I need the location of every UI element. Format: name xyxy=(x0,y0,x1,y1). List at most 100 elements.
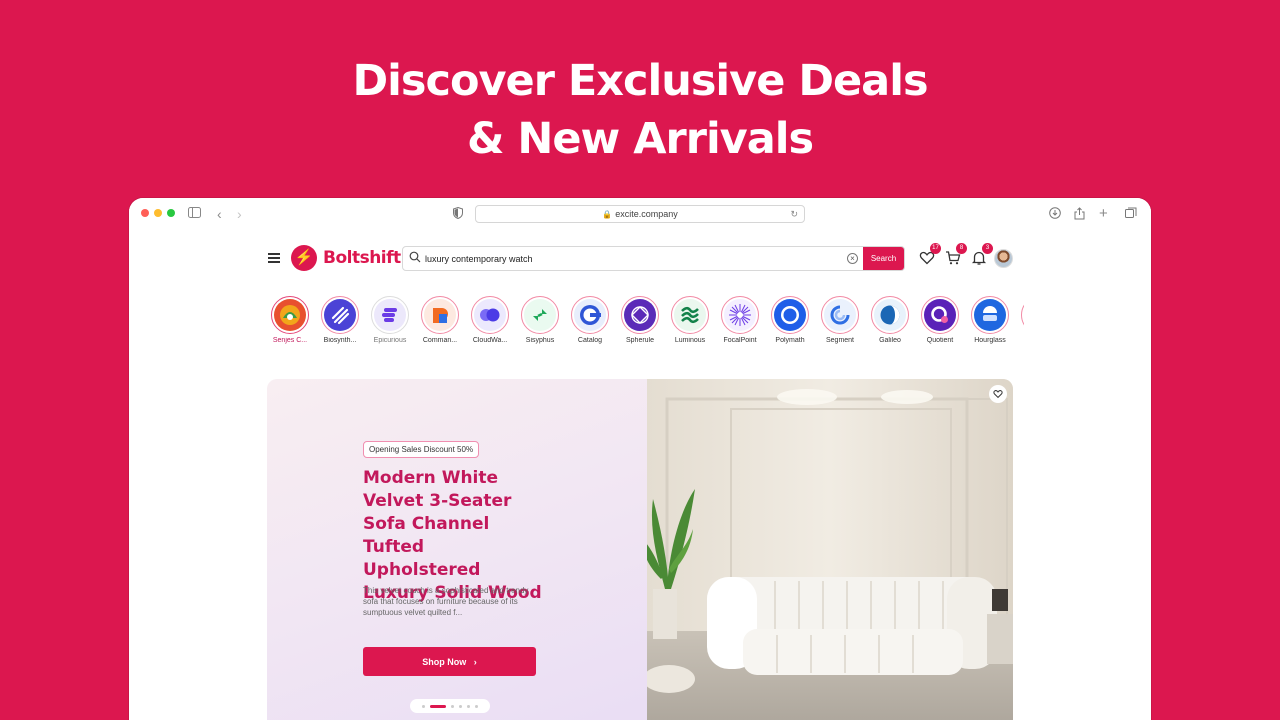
site-header: ⚡ Boltshift × Search 17 8 3 xyxy=(129,243,1151,274)
brand-item[interactable]: Spherule xyxy=(616,296,664,344)
brand-name: FocalPoint xyxy=(723,337,757,344)
shop-now-button[interactable]: Shop Now › xyxy=(363,647,536,676)
carousel-dot[interactable] xyxy=(475,704,478,708)
wishlist-button[interactable]: 17 xyxy=(919,243,941,266)
heart-icon xyxy=(993,389,1003,398)
address-bar[interactable]: 🔒 excite.company ↻ xyxy=(475,205,805,223)
brand-name: Galileo xyxy=(879,337,901,344)
brand-item[interactable]: Catalog xyxy=(566,296,614,344)
biosynthesis-logo-icon xyxy=(324,299,356,331)
polymath-logo-icon xyxy=(774,299,806,331)
brand-item-partial[interactable] xyxy=(1016,296,1024,334)
epicurious-logo-icon xyxy=(374,299,406,331)
brand-name: Segment xyxy=(825,337,855,344)
luminous-logo-icon xyxy=(674,299,706,331)
hero-content-panel: Opening Sales Discount 50% Modern White … xyxy=(267,379,647,720)
carousel-dot[interactable] xyxy=(422,704,425,708)
carousel-dot[interactable] xyxy=(451,704,454,708)
brand-name: Sisyphus xyxy=(525,337,555,344)
headline-line-2: & New Arrivals xyxy=(466,114,814,164)
sisyphus-logo-icon xyxy=(524,299,556,331)
maximize-window-button[interactable] xyxy=(167,209,175,217)
tab-overview-icon[interactable] xyxy=(1125,207,1137,222)
brand-item[interactable]: Senjes C... xyxy=(266,296,314,344)
shop-now-label: Shop Now xyxy=(422,656,467,667)
galileo-logo-icon xyxy=(874,299,906,331)
living-room-illustration xyxy=(642,379,1013,720)
brand-item[interactable]: Sisyphus xyxy=(516,296,564,344)
brand-item[interactable]: Hourglass xyxy=(966,296,1014,344)
favorite-button[interactable] xyxy=(989,385,1007,403)
search-bar: × Search xyxy=(402,246,905,271)
notification-count-badge: 3 xyxy=(982,243,993,254)
browser-toolbar: ‹ › 🔒 excite.company ↻ + xyxy=(129,198,1151,230)
carousel-dot[interactable] xyxy=(467,704,470,708)
logo-text[interactable]: Boltshift xyxy=(323,248,401,268)
url-text: excite.company xyxy=(615,209,678,219)
wishlist-count-badge: 17 xyxy=(930,243,941,254)
brand-item[interactable]: Quotient xyxy=(916,296,964,344)
brand-name: Spherule xyxy=(625,337,655,344)
spherule-logo-icon xyxy=(624,299,656,331)
brand-item[interactable]: CloudWa... xyxy=(466,296,514,344)
chevron-right-icon: › xyxy=(473,656,477,667)
command-logo-icon xyxy=(424,299,456,331)
clear-search-icon[interactable]: × xyxy=(847,253,858,264)
hero-banner: Opening Sales Discount 50% Modern White … xyxy=(267,379,1013,720)
browser-window: ‹ › 🔒excite.company ↻ + ⚡ Boltshift × Se… xyxy=(129,198,1151,720)
discount-badge: Opening Sales Discount 50% xyxy=(363,441,480,458)
reload-icon[interactable]: ↻ xyxy=(790,206,798,222)
search-button[interactable]: Search xyxy=(863,247,904,270)
lock-icon: 🔒 xyxy=(602,210,613,219)
sidebar-toggle-icon[interactable] xyxy=(188,207,201,221)
bolt-logo-icon[interactable]: ⚡ xyxy=(291,245,317,271)
brand-name: Senjes C... xyxy=(272,337,308,344)
search-input[interactable] xyxy=(425,247,845,270)
forward-icon[interactable]: › xyxy=(237,207,242,221)
brand-name: Epicurious xyxy=(373,337,407,344)
brand-item[interactable]: Biosynth... xyxy=(316,296,364,344)
brand-name: Catalog xyxy=(577,337,603,344)
cart-count-badge: 8 xyxy=(956,243,967,254)
close-window-button[interactable] xyxy=(141,209,149,217)
brand-name: Hourglass xyxy=(974,337,1006,344)
brand-item[interactable]: FocalPoint xyxy=(716,296,764,344)
minimize-window-button[interactable] xyxy=(154,209,162,217)
brand-stories-row: Senjes C... Biosynth... Epicurious Comma… xyxy=(266,296,1024,348)
carousel-dot[interactable] xyxy=(459,704,462,708)
sofa-product-image xyxy=(642,379,1013,720)
new-tab-icon[interactable]: + xyxy=(1099,206,1108,221)
segment-logo-icon xyxy=(824,299,856,331)
brand-name: CloudWa... xyxy=(472,337,508,344)
share-icon[interactable] xyxy=(1074,207,1085,223)
brand-item[interactable]: Epicurious xyxy=(366,296,414,344)
brand-item[interactable]: Luminous xyxy=(666,296,714,344)
brand-item[interactable]: Comman... xyxy=(416,296,464,344)
brand-item[interactable]: Polymath xyxy=(766,296,814,344)
search-icon xyxy=(409,251,421,263)
senjes-logo-icon xyxy=(274,299,306,331)
brand-item[interactable]: Segment xyxy=(816,296,864,344)
catalog-logo-icon xyxy=(574,299,606,331)
notifications-button[interactable]: 3 xyxy=(971,243,993,266)
hourglass-logo-icon xyxy=(974,299,1006,331)
carousel-dot-active[interactable] xyxy=(430,704,446,708)
brand-name: Quotient xyxy=(926,337,954,344)
menu-icon[interactable] xyxy=(268,253,280,265)
page-headline: Discover Exclusive Deals & New Arrivals xyxy=(0,52,1280,168)
cloudwatch-logo-icon xyxy=(474,299,506,331)
shield-icon[interactable] xyxy=(453,206,463,222)
hero-description: This velvet couch is a sophisticated and… xyxy=(363,586,529,617)
headline-line-1: Discover Exclusive Deals xyxy=(352,56,928,106)
user-avatar[interactable] xyxy=(994,249,1013,268)
brand-name: Biosynth... xyxy=(323,337,357,344)
back-icon[interactable]: ‹ xyxy=(217,207,222,221)
brand-name: Comman... xyxy=(422,337,458,344)
focalpoint-logo-icon xyxy=(724,299,756,331)
cart-button[interactable]: 8 xyxy=(945,243,967,266)
window-controls xyxy=(141,209,175,217)
brand-name: Luminous xyxy=(674,337,706,344)
brand-item[interactable]: Galileo xyxy=(866,296,914,344)
quotient-logo-icon xyxy=(924,299,956,331)
download-icon[interactable] xyxy=(1049,207,1061,222)
